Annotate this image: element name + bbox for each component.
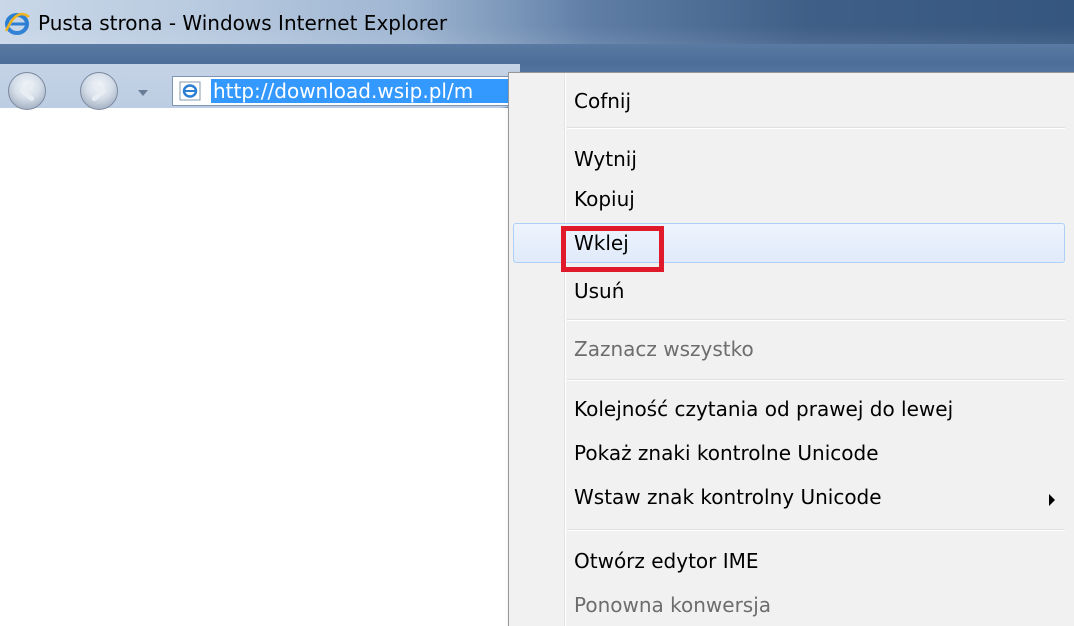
context-menu: Cofnij Wytnij Kopiuj Wklej Usuń Zaznacz …	[508, 72, 1074, 626]
menu-item-insert-unicode-control[interactable]: Wstaw znak kontrolny Unicode	[509, 477, 1069, 517]
menu-item-delete[interactable]: Usuń	[509, 271, 1069, 311]
menu-item-copy[interactable]: Kopiuj	[509, 179, 1069, 219]
menu-item-show-unicode-control[interactable]: Pokaż znaki kontrolne Unicode	[509, 433, 1069, 473]
window-title: Pusta strona - Windows Internet Explorer	[38, 11, 448, 35]
menu-item-reconversion: Ponowna konwersja	[509, 585, 1069, 625]
menu-item-label: Pokaż znaki kontrolne Unicode	[574, 441, 879, 465]
menu-separator	[567, 319, 1065, 321]
menu-item-label: Wytnij	[574, 147, 637, 171]
menu-item-rtl-reading-order[interactable]: Kolejność czytania od prawej do lewej	[509, 389, 1069, 429]
menu-item-cut[interactable]: Wytnij	[509, 139, 1069, 179]
menu-item-label: Wstaw znak kontrolny Unicode	[574, 485, 882, 509]
menu-item-open-ime[interactable]: Otwórz edytor IME	[509, 541, 1069, 581]
address-bar[interactable]: http://download.wsip.pl/m	[172, 76, 512, 106]
menu-item-label: Cofnij	[574, 89, 632, 113]
menu-separator	[567, 529, 1065, 531]
chevron-down-icon[interactable]	[136, 88, 150, 98]
menu-item-label: Kolejność czytania od prawej do lewej	[574, 397, 954, 421]
menu-item-label: Otwórz edytor IME	[574, 549, 759, 573]
menu-separator	[567, 379, 1065, 381]
address-input[interactable]: http://download.wsip.pl/m	[211, 79, 508, 103]
forward-arrow-icon	[91, 81, 107, 101]
menu-item-label: Usuń	[574, 279, 625, 303]
menu-item-label: Zaznacz wszystko	[574, 337, 754, 361]
ie-page-icon	[179, 81, 201, 101]
menu-item-undo[interactable]: Cofnij	[509, 81, 1069, 121]
back-button[interactable]	[8, 72, 46, 110]
paste-highlight-annotation	[561, 226, 664, 272]
submenu-arrow-icon	[1049, 494, 1055, 506]
menu-item-select-all: Zaznacz wszystko	[509, 329, 1069, 369]
menu-item-label: Kopiuj	[574, 187, 635, 211]
forward-button[interactable]	[80, 72, 118, 110]
title-bar: Pusta strona - Windows Internet Explorer	[0, 0, 1074, 44]
ie-icon	[4, 11, 30, 35]
back-arrow-icon	[19, 81, 35, 101]
menu-item-label: Ponowna konwersja	[574, 593, 772, 617]
menu-separator	[567, 127, 1065, 129]
